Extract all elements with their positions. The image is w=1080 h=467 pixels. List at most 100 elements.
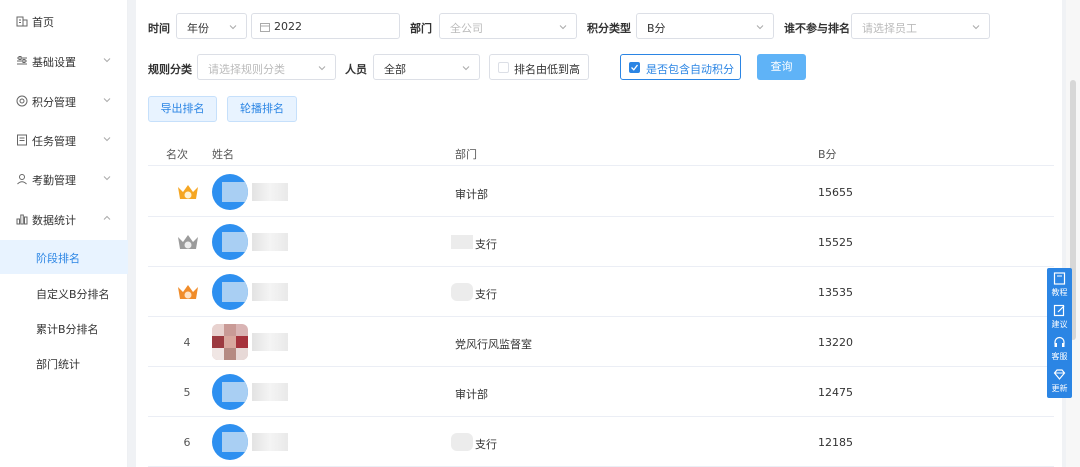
table-row: 4 党风行风监督室 13220: [148, 317, 1054, 367]
chevron-down-icon: [229, 25, 237, 30]
sidebar-subitem-dept-stats[interactable]: 部门统计: [0, 346, 128, 380]
floating-help-bar: 教程 建议 客服 更新: [1047, 268, 1072, 398]
building-icon: [16, 16, 28, 27]
year-picker[interactable]: 2022: [251, 13, 400, 39]
exclude-employee-select[interactable]: 请选择员工: [851, 13, 990, 39]
auto-points-label: 是否包含自动积分: [646, 63, 734, 76]
dept-cell: 审计部: [455, 188, 488, 201]
dept-cell: 审计部: [455, 388, 488, 401]
table-row: 6 支行 12185: [148, 417, 1054, 467]
chevron-down-icon: [318, 66, 326, 71]
include-auto-points-checkbox[interactable]: 是否包含自动积分: [620, 54, 741, 80]
header-score: B分: [818, 148, 837, 161]
rank-number: 6: [183, 436, 191, 449]
checkbox-checked: [629, 62, 640, 73]
avatar: [212, 374, 248, 410]
sidebar-subitem-stage-ranking[interactable]: 阶段排名: [0, 240, 128, 274]
chevron-down-icon: [756, 25, 764, 30]
score-cell: 15655: [818, 186, 853, 199]
dept-blurred: [451, 235, 473, 249]
sidebar-item-label: 数据统计: [32, 214, 76, 227]
sidebar-subitem-cumulative-ranking[interactable]: 累计B分排名: [0, 311, 128, 345]
check-icon: [631, 64, 639, 71]
name-blurred: [252, 233, 288, 251]
score-cell: 12185: [818, 436, 853, 449]
dept-cell: 支行: [475, 238, 497, 251]
sidebar-item-label: 基础设置: [32, 56, 76, 69]
dept-blurred: [451, 433, 473, 451]
name-blurred: [252, 183, 288, 201]
sidebar-item-statistics[interactable]: 数据统计: [0, 206, 128, 232]
task-icon: [17, 134, 27, 146]
rule-select[interactable]: 请选择规则分类: [197, 54, 336, 80]
dept-cell: 支行: [475, 288, 497, 301]
customer-service-label: 客服: [1051, 352, 1068, 361]
chevron-down-icon: [103, 137, 111, 142]
name-blurred: [252, 433, 288, 451]
tutorial-button[interactable]: 教程: [1047, 270, 1072, 302]
sidebar-subitem-custom-ranking[interactable]: 自定义B分排名: [0, 276, 128, 310]
dept-cell: 党风行风监督室: [455, 338, 532, 351]
score-cell: 13535: [818, 286, 853, 299]
points-type-value: B分: [647, 22, 666, 35]
name-blurred: [252, 383, 288, 401]
sidebar-item-basic-settings[interactable]: 基础设置: [0, 48, 128, 74]
sidebar-item-points[interactable]: 积分管理: [0, 88, 128, 114]
calendar-icon: [260, 23, 270, 32]
person-select[interactable]: 全部: [373, 54, 480, 80]
query-button[interactable]: 查询: [757, 54, 806, 80]
sidebar-subitem-label: 阶段排名: [36, 252, 80, 265]
sidebar-item-label: 任务管理: [32, 135, 76, 148]
score-cell: 13220: [818, 336, 853, 349]
points-type-label: 积分类型: [587, 22, 631, 35]
exclude-placeholder: 请选择员工: [862, 22, 917, 35]
sort-low-label: 排名由低到高: [514, 63, 580, 76]
suggestion-button[interactable]: 建议: [1047, 302, 1072, 334]
table-row: 2 支行 15525: [148, 217, 1054, 267]
chevron-down-icon: [972, 25, 980, 30]
header-rank: 名次: [166, 148, 188, 161]
person-label: 人员: [345, 63, 367, 76]
table-row: 5 审计部 12475: [148, 367, 1054, 417]
table-row: 1 审计部 15655: [148, 167, 1054, 217]
sidebar-item-label: 首页: [32, 16, 54, 29]
rule-placeholder: 请选择规则分类: [208, 63, 285, 76]
suggestion-label: 建议: [1051, 320, 1068, 329]
score-cell: 15525: [818, 236, 853, 249]
dept-blurred: [451, 283, 473, 301]
tutorial-label: 教程: [1051, 288, 1068, 297]
dept-placeholder: 全公司: [450, 22, 483, 35]
sidebar-item-attendance[interactable]: 考勤管理: [0, 166, 128, 192]
attendance-icon: [17, 174, 27, 185]
exclude-label: 谁不参与排名: [784, 22, 850, 35]
time-mode-select[interactable]: 年份: [176, 13, 247, 39]
carousel-ranking-button[interactable]: 轮播排名: [227, 96, 297, 122]
table-row: 3 支行 13535: [148, 267, 1054, 317]
points-icon: [16, 95, 28, 107]
person-value: 全部: [384, 63, 406, 76]
chevron-down-icon: [103, 176, 111, 181]
main-panel: 时间 年份 2022 部门 全公司 积分类型 B分 谁不参与排名 请选择员工 规…: [136, 0, 1062, 467]
export-ranking-button[interactable]: 导出排名: [148, 96, 217, 122]
chevron-down-icon: [462, 66, 470, 71]
update-button[interactable]: 更新: [1047, 366, 1072, 398]
sort-low-to-high-checkbox[interactable]: 排名由低到高: [489, 54, 589, 80]
chart-icon: [16, 214, 28, 225]
sidebar-subitem-label: 累计B分排名: [36, 323, 99, 336]
chevron-down-icon: [103, 98, 111, 103]
time-mode-value: 年份: [187, 22, 209, 35]
header-name: 姓名: [212, 148, 234, 161]
chevron-down-icon: [559, 25, 567, 30]
chevron-down-icon: [103, 58, 111, 63]
sidebar-item-tasks[interactable]: 任务管理: [0, 127, 128, 153]
sidebar-item-home[interactable]: 首页: [0, 8, 128, 34]
customer-service-button[interactable]: 客服: [1047, 334, 1072, 366]
dept-select[interactable]: 全公司: [439, 13, 577, 39]
rank-number: 5: [183, 386, 191, 399]
sliders-icon: [17, 56, 27, 65]
update-label: 更新: [1051, 384, 1068, 393]
edit-icon: [1053, 304, 1065, 317]
points-type-select[interactable]: B分: [636, 13, 774, 39]
score-cell: 12475: [818, 386, 853, 399]
avatar: [212, 424, 248, 460]
